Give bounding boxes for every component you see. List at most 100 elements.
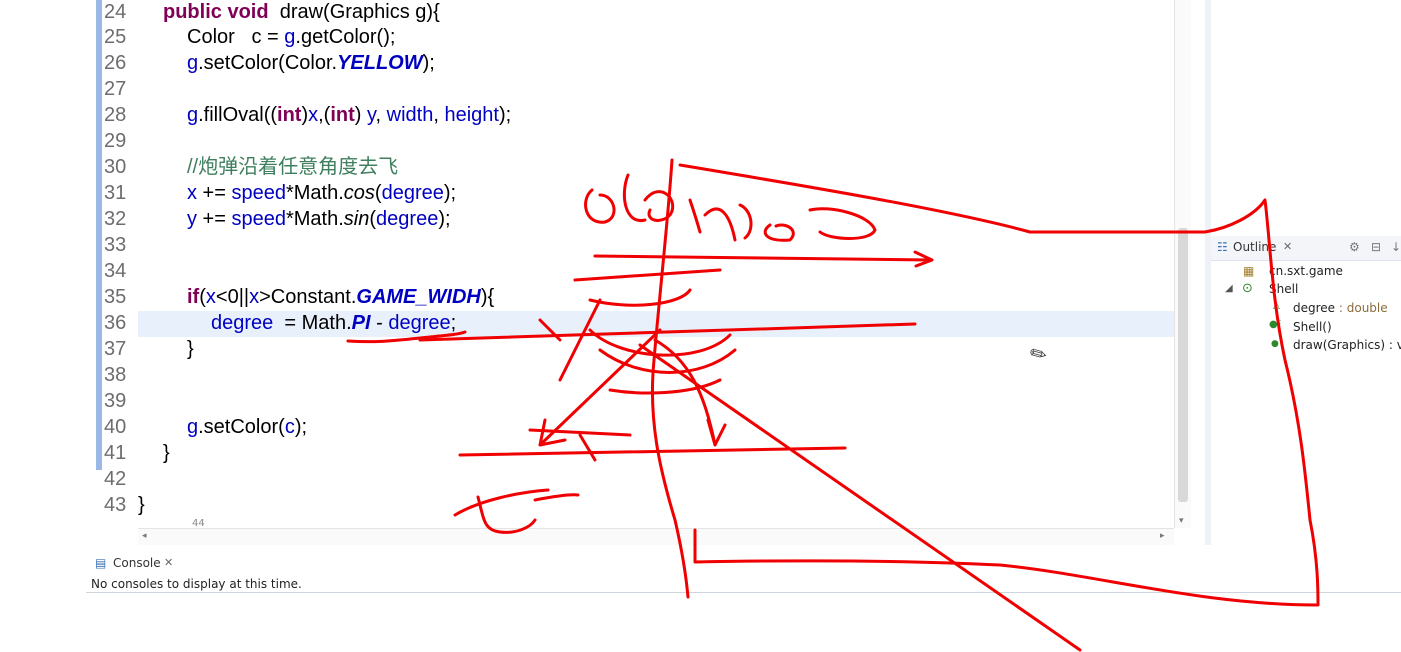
code-text: .fillOval(( xyxy=(198,104,278,126)
close-icon[interactable]: ✕ xyxy=(164,556,173,569)
code-field: x xyxy=(187,182,197,204)
code-field: degree xyxy=(388,312,451,334)
line-number: 33 xyxy=(104,234,127,256)
code-line-26[interactable]: g.setColor(Color.YELLOW); xyxy=(187,50,435,76)
code-comment: //炮弹沿着任意角度去飞 xyxy=(187,156,399,178)
code-text: ; xyxy=(450,312,457,334)
scroll-down-arrow-icon[interactable]: ▾ xyxy=(1179,516,1184,526)
line-number: 32 xyxy=(104,208,127,230)
code-field: g xyxy=(284,26,296,48)
code-static-method: cos xyxy=(343,182,375,204)
sort-icon[interactable]: ⚙ xyxy=(1349,240,1360,254)
code-text: Color c = xyxy=(187,26,285,48)
console-message: No consoles to display at this time. xyxy=(91,577,302,591)
code-field: degree xyxy=(211,312,274,334)
line-number: 25 xyxy=(104,26,127,48)
code-field: x xyxy=(308,104,319,126)
code-text: += xyxy=(197,182,232,204)
outline-view: ☷ Outline ✕ ⚙ ⊟ ↓ ▦ cn.sxt.game ◢ ⊙ Shel… xyxy=(1211,0,1401,545)
left-panel-strip xyxy=(0,0,86,652)
code-field: g xyxy=(187,104,199,126)
code-field: g xyxy=(187,416,199,438)
code-text: ); xyxy=(438,208,451,230)
outline-item-method[interactable]: draw(Graphics) : v xyxy=(1293,338,1401,352)
code-line-28[interactable]: g.fillOval((int)x,(int) y, width, height… xyxy=(187,102,511,128)
code-line-24[interactable]: public void draw(Graphics g){ xyxy=(163,0,440,25)
code-text: , xyxy=(375,104,387,126)
line-number: 41 xyxy=(104,442,127,464)
collapse-all-icon[interactable]: ⊟ xyxy=(1371,240,1381,254)
tab-outline[interactable]: Outline xyxy=(1233,240,1276,254)
code-keyword: int xyxy=(277,104,302,126)
code-text: ); xyxy=(422,52,435,74)
code-keyword: void xyxy=(227,1,269,23)
code-line-32[interactable]: y += speed*Math.sin(degree); xyxy=(187,206,451,232)
code-text: .setColor( xyxy=(198,416,285,438)
code-editor[interactable]: 24 25 26 27 28 29 30 31 32 33 34 35 36 3… xyxy=(86,0,1191,545)
code-text: >Constant. xyxy=(259,286,357,308)
line-number: 24 xyxy=(104,1,127,23)
outline-item-class[interactable]: Shell xyxy=(1269,282,1298,296)
code-field: x xyxy=(249,286,260,308)
code-line-40[interactable]: g.setColor(c); xyxy=(187,414,307,440)
code-field: x xyxy=(205,286,216,308)
line-number: 30 xyxy=(104,156,127,178)
console-tab-bar xyxy=(86,552,1401,576)
line-number: 29 xyxy=(104,130,127,152)
code-line-43[interactable]: } xyxy=(138,492,145,518)
code-field: height xyxy=(444,104,499,126)
view-menu-icon[interactable]: ↓ xyxy=(1391,240,1401,254)
code-field: y xyxy=(367,104,376,126)
scroll-left-arrow-icon[interactable]: ◂ xyxy=(142,531,147,541)
code-text: } xyxy=(138,494,145,516)
package-icon: ▦ xyxy=(1243,264,1255,278)
code-field: c xyxy=(284,416,295,438)
code-text: <0|| xyxy=(215,286,250,308)
outline-icon: ☷ xyxy=(1217,240,1228,254)
code-text: .getColor(); xyxy=(295,26,396,48)
code-field: width xyxy=(386,104,434,126)
scrollbar-thumb[interactable] xyxy=(1178,228,1188,502)
code-line-30[interactable]: //炮弹沿着任意角度去飞 xyxy=(187,154,398,180)
line-number: 35 xyxy=(104,286,127,308)
line-number: 31 xyxy=(104,182,127,204)
code-line-37[interactable]: } xyxy=(187,336,194,362)
constructor-icon: ●ᶜ xyxy=(1269,319,1282,330)
console-output-area[interactable] xyxy=(86,593,1401,652)
code-keyword: if xyxy=(187,286,200,308)
code-line-41[interactable]: } xyxy=(163,440,170,466)
code-field: speed xyxy=(231,182,286,204)
editor-vertical-scrollbar[interactable]: ▾ xyxy=(1174,0,1191,528)
editor-horizontal-scrollbar[interactable]: ◂ ▸ xyxy=(138,528,1174,545)
outline-item-constructor[interactable]: Shell() xyxy=(1293,320,1332,334)
close-icon[interactable]: ✕ xyxy=(1283,240,1292,253)
line-number: 26 xyxy=(104,52,127,74)
code-text: ) xyxy=(354,104,367,126)
outline-item-package[interactable]: cn.sxt.game xyxy=(1269,264,1343,278)
code-field: y xyxy=(187,208,197,230)
change-ruler xyxy=(96,0,102,470)
code-line-25[interactable]: Color c = g.getColor(); xyxy=(187,24,395,50)
code-line-31[interactable]: x += speed*Math.cos(degree); xyxy=(187,180,456,206)
outline-item-field[interactable]: degree : double xyxy=(1293,301,1388,315)
code-text: } xyxy=(187,338,194,360)
code-text: .setColor(Color. xyxy=(198,52,338,74)
tab-console[interactable]: Console xyxy=(113,556,161,570)
code-text: = Math. xyxy=(273,312,352,334)
code-text: } xyxy=(163,442,170,464)
code-line-35[interactable]: if(x<0||x>Constant.GAME_WIDH){ xyxy=(187,284,494,310)
code-text: draw(Graphics g){ xyxy=(279,1,440,23)
scroll-right-arrow-icon[interactable]: ▸ xyxy=(1160,531,1165,541)
code-static-field: GAME_WIDH xyxy=(356,286,481,308)
line-number: 28 xyxy=(104,104,127,126)
code-text: - xyxy=(370,312,389,334)
code-static-method: sin xyxy=(343,208,370,230)
code-static-field: PI xyxy=(351,312,371,334)
collapse-arrow-icon[interactable]: ◢ xyxy=(1225,283,1233,294)
code-static-field: YELLOW xyxy=(337,52,423,74)
line-number: 43 xyxy=(104,494,127,516)
line-number: 39 xyxy=(104,390,127,412)
code-text: , xyxy=(433,104,445,126)
code-line-36[interactable]: degree = Math.PI - degree; xyxy=(211,310,456,336)
code-field: degree xyxy=(376,208,439,230)
